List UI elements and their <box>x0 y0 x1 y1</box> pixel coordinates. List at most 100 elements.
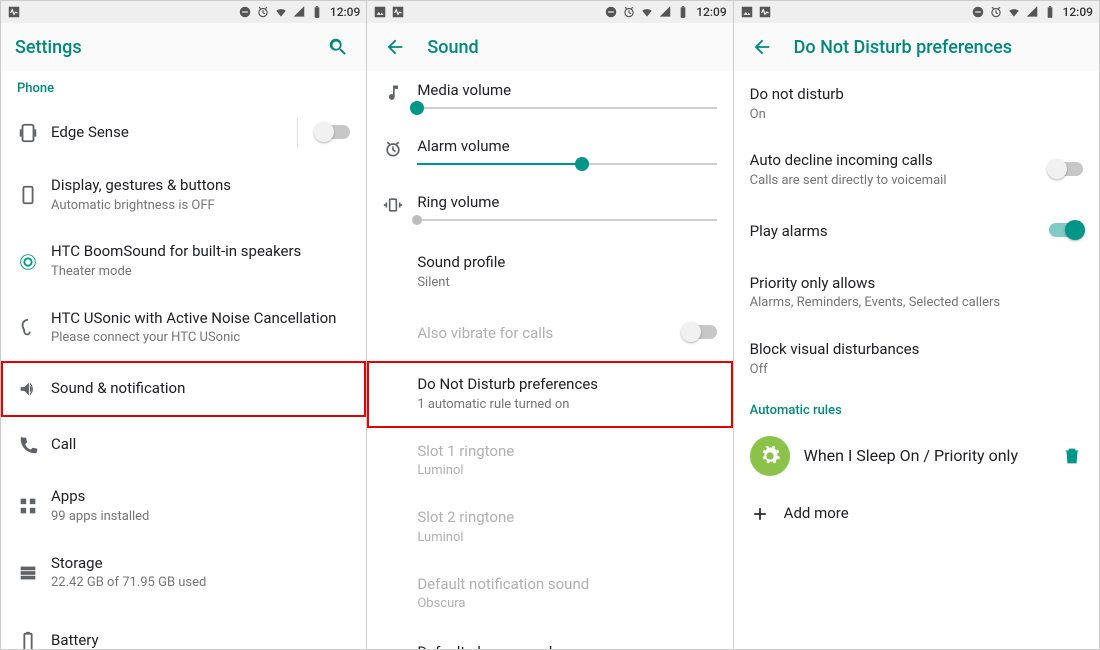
phone-icon <box>17 434 51 456</box>
row-title: Play alarms <box>750 222 1041 242</box>
dnd-status-icon <box>238 5 252 19</box>
row-title: Add more <box>784 504 1083 524</box>
activity-icon <box>758 5 772 19</box>
signal-status-icon <box>1025 5 1039 19</box>
row-title: Battery <box>51 631 350 649</box>
battery-status-icon <box>676 5 690 19</box>
boomsound-icon <box>17 251 51 273</box>
play-alarms-toggle[interactable] <box>1049 223 1083 237</box>
appbar-title: Sound <box>427 37 478 58</box>
edge-sense-toggle[interactable] <box>316 125 350 139</box>
edge-sense-icon <box>17 122 51 144</box>
row-sub: Calls are sent directly to voicemail <box>750 173 1041 190</box>
alarm-status-icon <box>622 5 636 19</box>
row-title: Block visual disturbances <box>750 340 1083 360</box>
row-auto-decline[interactable]: Auto decline incoming calls Calls are se… <box>734 137 1099 203</box>
row-title: Apps <box>51 487 350 507</box>
row-play-alarms[interactable]: Play alarms <box>734 204 1099 260</box>
row-title: Sound & notification <box>51 379 350 399</box>
row-sub: Automatic brightness is OFF <box>51 198 350 215</box>
slider-media[interactable]: Media volume <box>367 71 732 127</box>
panel-dnd: 12:09 Do Not Disturb preferences Do not … <box>734 1 1099 649</box>
slider-track[interactable] <box>417 219 716 221</box>
appbar-title: Do Not Disturb preferences <box>794 37 1012 58</box>
rule-when-i-sleep[interactable]: When I Sleep On / Priority only <box>734 426 1099 486</box>
dnd-status-icon <box>604 5 618 19</box>
appbar-title: Settings <box>15 37 82 58</box>
row-title: Do not disturb <box>750 85 1083 105</box>
row-title: Default notification sound <box>417 575 716 595</box>
activity-icon <box>7 5 21 19</box>
row-sub: Luminol <box>417 463 716 480</box>
rule-title: When I Sleep <box>804 446 896 465</box>
row-block-visual[interactable]: Block visual disturbances Off <box>734 326 1099 392</box>
row-sound-profile[interactable]: Sound profile Silent <box>367 239 732 305</box>
row-default-notif: Default notification sound Obscura <box>367 561 732 627</box>
slider-label: Ring volume <box>417 193 716 211</box>
battery-icon <box>17 630 51 649</box>
row-edge-sense[interactable]: Edge Sense <box>1 104 366 162</box>
picture-icon <box>740 5 754 19</box>
row-add-more[interactable]: Add more <box>734 486 1099 542</box>
row-sub: 22.42 GB of 71.95 GB used <box>51 575 350 592</box>
row-battery[interactable]: Battery <box>1 606 366 649</box>
back-button[interactable] <box>748 33 776 61</box>
music-note-icon <box>383 83 417 103</box>
row-slot2: Slot 2 ringtone Luminol <box>367 494 732 560</box>
signal-status-icon <box>658 5 672 19</box>
row-title: Default alarm sound <box>417 643 716 649</box>
signal-status-icon <box>292 5 306 19</box>
row-title: Call <box>51 435 350 455</box>
slider-alarm[interactable]: Alarm volume <box>367 127 732 183</box>
row-title: Also vibrate for calls <box>417 324 674 344</box>
row-title: Slot 1 ringtone <box>417 442 716 462</box>
storage-icon <box>17 562 51 584</box>
slider-ring[interactable]: Ring volume <box>367 183 732 239</box>
row-sub: Please connect your HTC USonic <box>51 330 350 347</box>
row-title: Edge Sense <box>51 123 297 143</box>
ear-icon <box>17 317 51 339</box>
row-display[interactable]: Display, gestures & buttons Automatic br… <box>1 162 366 228</box>
slider-label: Alarm volume <box>417 137 716 155</box>
row-call[interactable]: Call <box>1 417 366 473</box>
row-sound-notification[interactable]: Sound & notification <box>1 361 366 417</box>
row-title: Storage <box>51 554 350 574</box>
row-dnd-preferences[interactable]: Do Not Disturb preferences 1 automatic r… <box>367 361 732 427</box>
row-priority[interactable]: Priority only allows Alarms, Reminders, … <box>734 260 1099 326</box>
panel-sound: 12:09 Sound Media volume Alarm volume <box>367 1 733 649</box>
status-clock: 12:09 <box>1063 5 1093 19</box>
divider <box>297 118 298 148</box>
auto-decline-toggle[interactable] <box>1049 162 1083 176</box>
appbar: Sound <box>367 23 732 71</box>
slider-track[interactable] <box>417 107 716 109</box>
picture-icon <box>373 5 387 19</box>
row-title: Do Not Disturb preferences <box>417 375 716 395</box>
vibrate-toggle <box>683 325 717 339</box>
arrow-back-icon <box>384 36 406 58</box>
row-sub: 1 automatic rule turned on <box>417 397 716 414</box>
row-slot1: Slot 1 ringtone Luminol <box>367 428 732 494</box>
arrow-back-icon <box>751 36 773 58</box>
row-title: Priority only allows <box>750 274 1083 294</box>
alarm-status-icon <box>989 5 1003 19</box>
search-icon <box>327 36 349 58</box>
gear-icon <box>750 436 790 476</box>
search-button[interactable] <box>324 33 352 61</box>
back-button[interactable] <box>381 33 409 61</box>
row-sub: On <box>750 107 1083 124</box>
slider-label: Media volume <box>417 81 716 99</box>
row-title: Sound profile <box>417 253 716 273</box>
display-icon <box>17 184 51 206</box>
row-sub: Theater mode <box>51 264 350 281</box>
row-usonic[interactable]: HTC USonic with Active Noise Cancellatio… <box>1 295 366 361</box>
status-bar: 12:09 <box>1 1 366 23</box>
row-apps[interactable]: Apps 99 apps installed <box>1 473 366 539</box>
row-dnd[interactable]: Do not disturb On <box>734 71 1099 137</box>
row-vibrate: Also vibrate for calls <box>367 305 732 361</box>
row-storage[interactable]: Storage 22.42 GB of 71.95 GB used <box>1 540 366 606</box>
row-default-alarm[interactable]: Default alarm sound Polychrome <box>367 627 732 649</box>
slider-track[interactable] <box>417 163 716 165</box>
row-boomsound[interactable]: HTC BoomSound for built-in speakers Thea… <box>1 228 366 294</box>
delete-rule-button[interactable] <box>1061 445 1083 467</box>
row-sub: Obscura <box>417 596 716 613</box>
